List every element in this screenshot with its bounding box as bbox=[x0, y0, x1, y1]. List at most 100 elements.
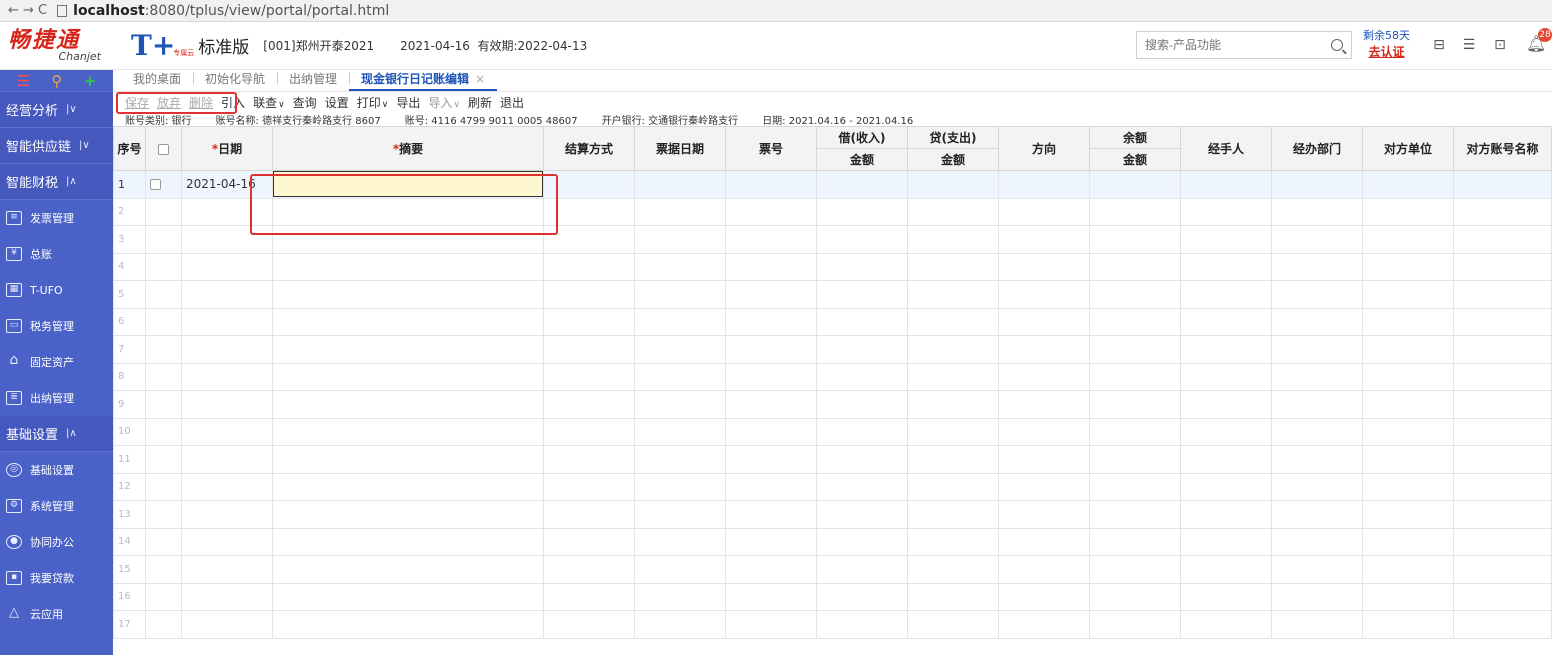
grid-cell[interactable] bbox=[1180, 335, 1272, 364]
date-cell[interactable] bbox=[181, 197, 273, 226]
grid-cell[interactable] bbox=[543, 610, 635, 639]
grid-cell[interactable] bbox=[1180, 225, 1272, 254]
grid-cell[interactable] bbox=[1271, 225, 1363, 254]
grid-cell[interactable] bbox=[543, 417, 635, 446]
screen-icon[interactable]: ⊡ bbox=[1493, 38, 1507, 52]
grid-cell[interactable] bbox=[907, 555, 999, 584]
date-cell[interactable] bbox=[181, 252, 273, 281]
grid-cell[interactable] bbox=[816, 307, 908, 336]
grid-cell[interactable] bbox=[1271, 252, 1363, 281]
grid-cell[interactable] bbox=[816, 335, 908, 364]
table-row[interactable]: 14 bbox=[113, 527, 1552, 556]
row-checkbox-cell[interactable] bbox=[145, 472, 182, 501]
table-row[interactable]: 5 bbox=[113, 280, 1552, 309]
row-checkbox-cell[interactable] bbox=[145, 610, 182, 639]
grid-cell[interactable] bbox=[907, 582, 999, 611]
grid-cell[interactable] bbox=[998, 445, 1090, 474]
grid-cell[interactable] bbox=[634, 307, 726, 336]
grid-cell[interactable] bbox=[1271, 500, 1363, 529]
row-checkbox-cell[interactable] bbox=[145, 527, 182, 556]
grid-cell[interactable] bbox=[998, 582, 1090, 611]
grid-cell[interactable] bbox=[725, 445, 817, 474]
summary-cell[interactable] bbox=[272, 527, 544, 556]
grid-cell[interactable] bbox=[1089, 472, 1181, 501]
grid-cell[interactable] bbox=[907, 527, 999, 556]
row-checkbox-cell[interactable] bbox=[145, 555, 182, 584]
grid-cell[interactable] bbox=[1089, 445, 1181, 474]
summary-cell[interactable] bbox=[272, 335, 544, 364]
certify-link[interactable]: 去认证 bbox=[1363, 44, 1410, 60]
table-row[interactable]: 1 2021-04-16 bbox=[113, 170, 1552, 199]
summary-cell[interactable] bbox=[272, 417, 544, 446]
grid-cell[interactable] bbox=[1089, 417, 1181, 446]
date-cell[interactable] bbox=[181, 280, 273, 309]
grid-cell[interactable] bbox=[1362, 582, 1454, 611]
grid-cell[interactable] bbox=[1271, 170, 1363, 199]
select-all-checkbox[interactable] bbox=[158, 143, 169, 155]
grid-cell[interactable] bbox=[907, 335, 999, 364]
grid-cell[interactable] bbox=[998, 170, 1090, 199]
row-checkbox-cell[interactable] bbox=[145, 225, 182, 254]
date-cell[interactable]: 2021-04-16 bbox=[181, 170, 273, 199]
address-bar[interactable]: localhost :8080/tplus/view/portal/portal… bbox=[57, 3, 389, 19]
sidebar-item-assets[interactable]: ⌂ 固定资产 bbox=[0, 344, 113, 380]
grid-cell[interactable] bbox=[634, 280, 726, 309]
grid-cell[interactable] bbox=[725, 527, 817, 556]
grid-cell[interactable] bbox=[816, 610, 908, 639]
date-cell[interactable] bbox=[181, 335, 273, 364]
summary-cell[interactable] bbox=[272, 197, 544, 226]
sidebar-group-basic[interactable]: 基础设置 |∧ bbox=[0, 416, 113, 452]
grid-cell[interactable] bbox=[1453, 307, 1552, 336]
grid-cell[interactable] bbox=[634, 555, 726, 584]
grid-cell[interactable] bbox=[816, 170, 908, 199]
sidebar-group-finance[interactable]: 智能财税 |∧ bbox=[0, 164, 113, 200]
summary-cell[interactable] bbox=[272, 472, 544, 501]
table-row[interactable]: 8 bbox=[113, 362, 1552, 391]
grid-cell[interactable] bbox=[1453, 527, 1552, 556]
grid-cell[interactable] bbox=[1180, 307, 1272, 336]
grid-cell[interactable] bbox=[543, 500, 635, 529]
table-row[interactable]: 7 bbox=[113, 335, 1552, 364]
grid-cell[interactable] bbox=[1180, 280, 1272, 309]
tab-init-guide[interactable]: 初始化导航 bbox=[193, 70, 277, 91]
grid-cell[interactable] bbox=[543, 362, 635, 391]
grid-cell[interactable] bbox=[634, 445, 726, 474]
summary-cell[interactable] bbox=[272, 280, 544, 309]
date-cell[interactable] bbox=[181, 555, 273, 584]
grid-cell[interactable] bbox=[1271, 555, 1363, 584]
grid-cell[interactable] bbox=[725, 280, 817, 309]
grid-cell[interactable] bbox=[1453, 170, 1552, 199]
grid-cell[interactable] bbox=[998, 390, 1090, 419]
row-checkbox-cell[interactable] bbox=[145, 582, 182, 611]
delete-button[interactable]: 删除 bbox=[189, 94, 213, 111]
grid-cell[interactable] bbox=[907, 610, 999, 639]
grid-cell[interactable] bbox=[725, 500, 817, 529]
grid-cell[interactable] bbox=[543, 555, 635, 584]
grid-cell[interactable] bbox=[998, 472, 1090, 501]
row-checkbox-cell[interactable] bbox=[145, 445, 182, 474]
grid-cell[interactable] bbox=[1089, 280, 1181, 309]
table-row[interactable]: 17 bbox=[113, 610, 1552, 639]
tab-desktop[interactable]: 我的桌面 bbox=[121, 70, 193, 91]
grid-cell[interactable] bbox=[634, 582, 726, 611]
grid-cell[interactable] bbox=[998, 197, 1090, 226]
grid-cell[interactable] bbox=[998, 225, 1090, 254]
row-checkbox-cell[interactable] bbox=[145, 390, 182, 419]
grid-cell[interactable] bbox=[998, 280, 1090, 309]
grid-cell[interactable] bbox=[1271, 335, 1363, 364]
grid-cell[interactable] bbox=[1362, 472, 1454, 501]
grid-cell[interactable] bbox=[1089, 362, 1181, 391]
sidebar-item-invoice[interactable]: ≡ 发票管理 bbox=[0, 200, 113, 236]
summary-cell[interactable] bbox=[272, 610, 544, 639]
grid-cell[interactable] bbox=[725, 307, 817, 336]
sidebar-item-basic-settings[interactable]: ◎ 基础设置 bbox=[0, 452, 113, 488]
grid-cell[interactable] bbox=[1089, 252, 1181, 281]
date-cell[interactable] bbox=[181, 610, 273, 639]
save-button[interactable]: 保存 bbox=[125, 94, 149, 111]
settings-button[interactable]: 设置 bbox=[325, 94, 349, 111]
sidebar-item-system[interactable]: ⚙ 系统管理 bbox=[0, 488, 113, 524]
grid-cell[interactable] bbox=[1180, 500, 1272, 529]
grid-cell[interactable] bbox=[1180, 170, 1272, 199]
grid-cell[interactable] bbox=[1089, 225, 1181, 254]
grid-cell[interactable] bbox=[634, 417, 726, 446]
